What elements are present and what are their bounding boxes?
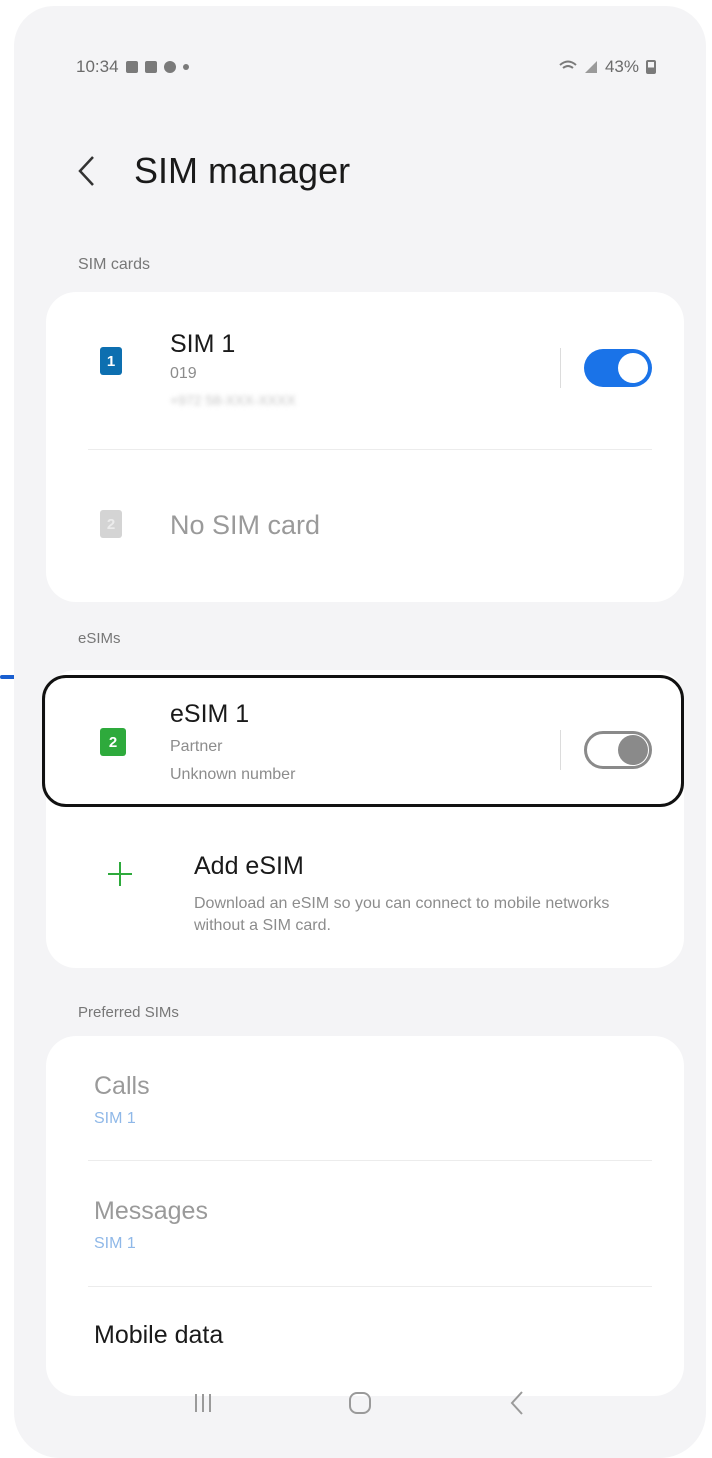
sim2-row[interactable]: 2 No SIM card <box>46 450 684 602</box>
recents-icon[interactable] <box>183 1383 223 1423</box>
sim1-row[interactable]: 1 SIM 1 019 +972 58-XXX-XXXX <box>46 292 684 447</box>
page-title: SIM manager <box>134 150 351 191</box>
app-header: SIM manager <box>76 146 350 196</box>
back-icon[interactable] <box>497 1383 537 1423</box>
wifi-icon <box>559 60 577 69</box>
sim1-number: 019 <box>170 365 197 382</box>
messages-value: SIM 1 <box>94 1235 136 1252</box>
status-bar: 10:34 43% <box>76 56 656 78</box>
messages-title: Messages <box>94 1197 208 1225</box>
mobile-data-title: Mobile data <box>94 1321 224 1349</box>
sim1-title: SIM 1 <box>170 330 236 358</box>
toggle-knob <box>618 353 648 383</box>
calls-row[interactable]: Calls SIM 1 <box>46 1036 684 1161</box>
status-time: 10:34 <box>76 57 119 76</box>
calls-title: Calls <box>94 1072 150 1100</box>
sim1-toggle[interactable] <box>584 349 652 387</box>
sim-cards-card: 1 SIM 1 019 +972 58-XXX-XXXX 2 No SIM ca… <box>46 292 684 602</box>
settings-notification-icon <box>163 61 176 73</box>
gallery-notification-icon <box>125 61 138 73</box>
vertical-divider <box>560 348 561 388</box>
messages-row[interactable]: Messages SIM 1 <box>46 1161 684 1286</box>
preferred-sims-card: Calls SIM 1 Messages SIM 1 Mobile data <box>46 1036 684 1396</box>
add-esim-row[interactable]: Add eSIM Download an eSIM so you can con… <box>46 838 684 958</box>
section-label-preferred-sims: Preferred SIMs <box>78 1004 179 1021</box>
sim1-phone-blurred: +972 58-XXX-XXXX <box>170 392 296 408</box>
add-esim-description: Download an eSIM so you can connect to m… <box>194 895 610 934</box>
sim-card-icon: 1 <box>100 347 122 375</box>
plus-icon <box>108 862 132 886</box>
battery-icon <box>646 60 656 74</box>
section-label-esims: eSIMs <box>78 630 121 647</box>
add-esim-title: Add eSIM <box>194 852 304 880</box>
signal-icon <box>584 61 597 73</box>
home-icon[interactable] <box>340 1383 380 1423</box>
navigation-bar <box>14 1368 706 1438</box>
esim-highlight-outline <box>42 675 684 807</box>
sim-card-empty-icon: 2 <box>100 510 122 538</box>
back-chevron-icon[interactable] <box>76 151 104 191</box>
section-label-sim-cards: SIM cards <box>78 256 151 273</box>
sim-notification-icon <box>144 61 157 73</box>
more-notifications-icon <box>182 64 189 70</box>
calls-value: SIM 1 <box>94 1110 136 1127</box>
no-sim-card-label: No SIM card <box>170 510 321 540</box>
battery-percent: 43% <box>604 57 639 76</box>
